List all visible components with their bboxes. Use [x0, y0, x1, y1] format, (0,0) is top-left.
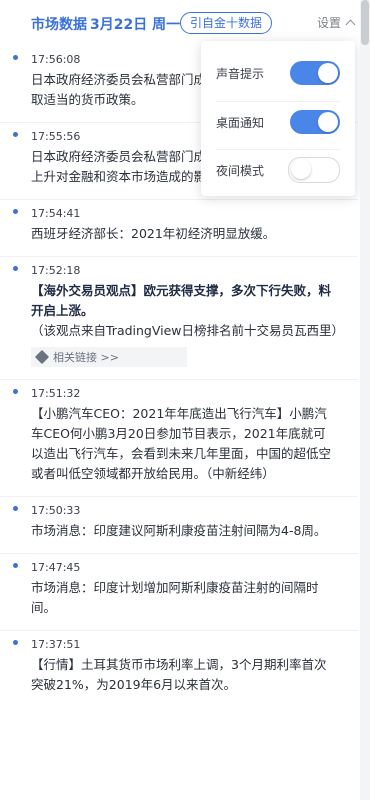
setting-sound: 声音提示: [216, 53, 340, 93]
toggle-knob: [318, 112, 338, 132]
setting-night-mode: 夜间模式: [216, 149, 340, 190]
settings-button[interactable]: 设置: [316, 14, 356, 31]
settings-label: 设置: [316, 16, 341, 30]
news-time: 17:50:33: [31, 504, 81, 517]
related-link-label: 相关链接 >>: [53, 351, 119, 364]
news-item: 17:47:45 市场消息：印度计划增加阿斯利康疫苗注射的间隔时间。: [0, 553, 358, 630]
page-title: 市场数据: [31, 17, 87, 33]
news-time: 17:54:41: [31, 207, 81, 220]
bullet-dot-icon: [13, 209, 18, 214]
news-text: 西班牙经济部长：2021年初经济明显放缓。: [31, 226, 276, 241]
header: 市场数据 3月22日 周一 引自金十数据 设置: [0, 0, 370, 46]
news-item: 17:51:32 【小鹏汽车CEO：2021年年底造出飞行汽车】小鹏汽车CEO何…: [0, 379, 358, 496]
bullet-dot-icon: [13, 563, 18, 568]
news-text: 市场消息：印度建议阿斯利康疫苗注射间隔为4-8周。: [31, 523, 327, 538]
news-item: 17:37:51 【行情】土耳其货币市场利率上调，3个月期利率首次突破21%，为…: [0, 630, 358, 707]
related-link[interactable]: 相关链接 >>: [31, 347, 187, 367]
news-text: 【海外交易员观点】欧元获得支撑，多次下行失败，料开启上涨。: [31, 283, 332, 318]
news-text: 【小鹏汽车CEO：2021年年底造出飞行汽车】小鹏汽车CEO何小鹏3月20日参加…: [31, 406, 332, 481]
toggle-knob: [318, 63, 338, 83]
scrollbar-track[interactable]: [360, 0, 370, 800]
quote-source-button[interactable]: 引自金十数据: [180, 12, 273, 34]
edit-icon: [34, 349, 50, 365]
setting-label: 声音提示: [216, 66, 265, 81]
bullet-dot-icon: [13, 55, 18, 60]
news-item: 17:54:41 西班牙经济部长：2021年初经济明显放缓。: [0, 199, 358, 256]
settings-popover: 声音提示 桌面通知 夜间模式: [201, 41, 355, 196]
sound-toggle[interactable]: [290, 61, 340, 85]
news-time: 17:47:45: [31, 561, 81, 574]
scrollbar-thumb[interactable]: [361, 0, 369, 45]
bullet-dot-icon: [13, 640, 18, 645]
bullet-dot-icon: [13, 506, 18, 511]
news-item: 17:50:33 市场消息：印度建议阿斯利康疫苗注射间隔为4-8周。: [0, 496, 358, 553]
header-date: 3月22日 周一: [90, 17, 181, 33]
toggle-knob: [291, 159, 311, 179]
news-item: 17:52:18 【海外交易员观点】欧元获得支撑，多次下行失败，料开启上涨。 （…: [0, 256, 358, 379]
news-note: （该观点来自TradingView日榜排名前十交易员瓦西里）: [31, 323, 345, 338]
bullet-dot-icon: [13, 389, 18, 394]
news-text: 市场消息：印度计划增加阿斯利康疫苗注射的间隔时间。: [31, 580, 319, 615]
setting-label: 夜间模式: [216, 163, 265, 178]
setting-label: 桌面通知: [216, 115, 265, 130]
news-time: 17:37:51: [31, 638, 81, 651]
chevron-up-icon: [345, 19, 356, 30]
desktop-notify-toggle[interactable]: [290, 110, 340, 134]
news-text: 【行情】土耳其货币市场利率上调，3个月期利率首次突破21%，为2019年6月以来…: [31, 657, 327, 692]
night-mode-toggle[interactable]: [288, 157, 340, 183]
news-time: 17:52:18: [31, 264, 81, 277]
bullet-dot-icon: [13, 132, 18, 137]
setting-desktop-notify: 桌面通知: [216, 101, 340, 142]
news-time: 17:51:32: [31, 387, 81, 400]
bullet-dot-icon: [13, 266, 18, 271]
